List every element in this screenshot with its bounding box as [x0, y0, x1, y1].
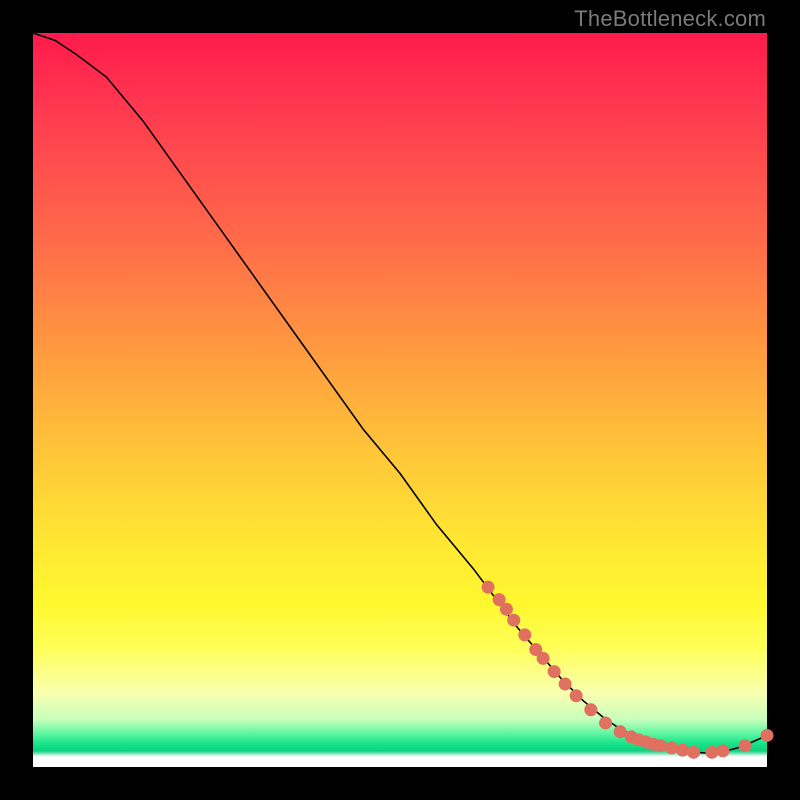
curve-svg: [33, 33, 767, 767]
bottleneck-curve: [33, 33, 767, 753]
data-point: [761, 729, 774, 742]
plot-area: [33, 33, 767, 767]
data-point: [676, 744, 689, 757]
data-point: [570, 689, 583, 702]
data-point: [687, 746, 700, 759]
data-point: [599, 716, 612, 729]
data-point: [500, 603, 513, 616]
data-point: [738, 739, 751, 752]
data-point: [705, 746, 718, 759]
curve-markers: [482, 581, 774, 759]
data-point: [559, 678, 572, 691]
data-point: [518, 628, 531, 641]
data-point: [584, 703, 597, 716]
watermark-text: TheBottleneck.com: [574, 6, 766, 32]
chart-wrapper: TheBottleneck.com: [0, 0, 800, 800]
data-point: [654, 739, 667, 752]
data-point: [665, 741, 678, 754]
data-point: [716, 744, 729, 757]
data-point: [548, 665, 561, 678]
data-point: [507, 614, 520, 627]
data-point: [482, 581, 495, 594]
data-point: [537, 652, 550, 665]
